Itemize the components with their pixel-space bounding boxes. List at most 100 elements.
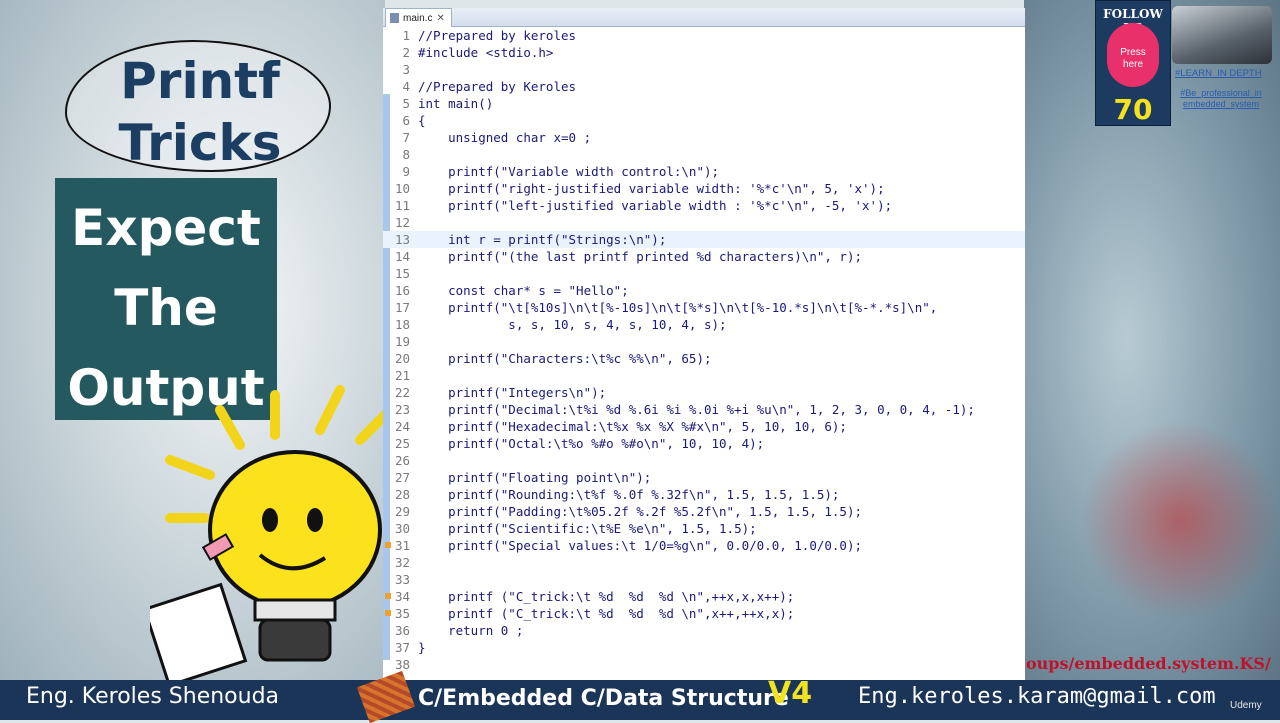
code-text[interactable]: printf ("C_trick:\t %d %d %d \n",++x,x,x…: [418, 588, 794, 605]
tab-label: main.c: [403, 12, 433, 24]
code-line[interactable]: 30 printf("Scientific:\t%E %e\n", 1.5, 1…: [383, 520, 1025, 537]
code-text[interactable]: //Prepared by Keroles: [418, 78, 576, 95]
line-number: 33: [394, 572, 410, 587]
line-number: 38: [394, 657, 410, 672]
close-icon[interactable]: ✕: [436, 10, 444, 27]
code-text[interactable]: printf("Decimal:\t%i %d %.6i %i %.0i %+i…: [418, 401, 975, 418]
code-line[interactable]: 28 printf("Rounding:\t%f %.0f %.32f\n", …: [383, 486, 1025, 503]
code-line[interactable]: 8: [383, 146, 1025, 163]
code-text[interactable]: {: [418, 112, 426, 129]
code-line[interactable]: 15: [383, 265, 1025, 282]
line-number: 37: [394, 640, 410, 655]
line-number: 3: [402, 62, 410, 77]
code-line[interactable]: 6{: [383, 112, 1025, 129]
line-number: 10: [394, 181, 410, 196]
page-title: Printf Tricks: [118, 52, 282, 172]
line-number: 29: [394, 504, 410, 519]
code-line[interactable]: 9 printf("Variable width control:\n");: [383, 163, 1025, 180]
be-professional-link[interactable]: #Be_professional_in embedded_system: [1176, 88, 1266, 110]
code-line[interactable]: 25 printf("Octal:\t%o %#o %#o\n", 10, 10…: [383, 435, 1025, 452]
code-line[interactable]: 27 printf("Floating point\n");: [383, 469, 1025, 486]
line-number: 23: [394, 402, 410, 417]
code-line[interactable]: 21: [383, 367, 1025, 384]
line-number: 34: [394, 589, 410, 604]
code-line[interactable]: 14 printf("(the last printf printed %d c…: [383, 248, 1025, 265]
line-number: 19: [394, 334, 410, 349]
line-number: 6: [402, 113, 410, 128]
code-text[interactable]: int r = printf("Strings:\n");: [418, 231, 666, 248]
code-text[interactable]: printf("Rounding:\t%f %.0f %.32f\n", 1.5…: [418, 486, 839, 503]
code-line[interactable]: 38: [383, 656, 1025, 673]
line-number: 24: [394, 419, 410, 434]
code-line[interactable]: 17 printf("\t[%10s]\n\t[%-10s]\n\t[%*s]\…: [383, 299, 1025, 316]
code-line[interactable]: 3: [383, 61, 1025, 78]
code-text[interactable]: }: [418, 639, 426, 656]
code-line[interactable]: 13 int r = printf("Strings:\n");: [383, 231, 1025, 248]
tab-main-c[interactable]: main.c ✕: [385, 8, 452, 27]
line-number: 30: [394, 521, 410, 536]
code-text[interactable]: printf("Special values:\t 1/0=%g\n", 0.0…: [418, 537, 862, 554]
code-text[interactable]: printf("Integers\n");: [418, 384, 606, 401]
code-line[interactable]: 29 printf("Padding:\t%05.2f %.2f %5.2f\n…: [383, 503, 1025, 520]
code-text[interactable]: #include <stdio.h>: [418, 44, 553, 61]
code-line[interactable]: 19: [383, 333, 1025, 350]
code-line[interactable]: 23 printf("Decimal:\t%i %d %.6i %i %.0i …: [383, 401, 1025, 418]
code-line[interactable]: 16 const char* s = "Hello";: [383, 282, 1025, 299]
code-text[interactable]: s, s, 10, s, 4, s, 10, 4, s);: [418, 316, 726, 333]
code-text[interactable]: printf("Scientific:\t%E %e\n", 1.5, 1.5)…: [418, 520, 757, 537]
course-title: C/Embedded C/Data Structure: [418, 686, 789, 711]
code-lines[interactable]: 1 //Prepared by keroles 2 #include <stdio.h…: [383, 27, 1025, 673]
press-here-label: Press here: [1120, 47, 1146, 70]
code-text[interactable]: return 0 ;: [418, 622, 523, 639]
code-line[interactable]: 18 s, s, 10, s, 4, s, 10, 4, s);: [383, 316, 1025, 333]
code-text[interactable]: printf("\t[%10s]\n\t[%-10s]\n\t[%*s]\n\t…: [418, 299, 937, 316]
code-text[interactable]: printf ("C_trick:\t %d %d %d \n",x++,++x…: [418, 605, 794, 622]
line-number: 20: [394, 351, 410, 366]
code-text[interactable]: printf("Hexadecimal:\t%x %x %X %#x\n", 5…: [418, 418, 847, 435]
code-line[interactable]: 36 return 0 ;: [383, 622, 1025, 639]
line-number: 25: [394, 436, 410, 451]
groups-link[interactable]: oups/embedded.system.KS/: [1026, 654, 1271, 673]
code-line[interactable]: 37}: [383, 639, 1025, 656]
learn-in-depth-link[interactable]: #LEARN_IN DEPTH: [1175, 68, 1262, 79]
code-line[interactable]: 4 //Prepared by Keroles: [383, 78, 1025, 95]
code-text[interactable]: printf("right-justified variable width: …: [418, 180, 885, 197]
code-text[interactable]: printf("Padding:\t%05.2f %.2f %5.2f\n", …: [418, 503, 862, 520]
code-text[interactable]: printf("Characters:\t%c %%\n", 65);: [418, 350, 711, 367]
follow-us-badge[interactable]: FOLLOW US Press here 70: [1095, 0, 1171, 126]
code-text[interactable]: const char* s = "Hello";: [418, 282, 629, 299]
line-number: 21: [394, 368, 410, 383]
code-line[interactable]: 2 #include <stdio.h>: [383, 44, 1025, 61]
code-line[interactable]: 20 printf("Characters:\t%c %%\n", 65);: [383, 350, 1025, 367]
code-text[interactable]: printf("Floating point\n");: [418, 469, 651, 486]
code-line[interactable]: 12: [383, 214, 1025, 231]
code-line[interactable]: 24 printf("Hexadecimal:\t%x %x %X %#x\n"…: [383, 418, 1025, 435]
code-line[interactable]: 35 printf ("C_trick:\t %d %d %d \n",x++,…: [383, 605, 1025, 622]
code-line[interactable]: 26: [383, 452, 1025, 469]
code-line[interactable]: 7 unsigned char x=0 ;: [383, 129, 1025, 146]
line-number: 32: [394, 555, 410, 570]
code-editor[interactable]: main.c ✕ 1 //Prepared by keroles 2 #include…: [383, 8, 1025, 680]
line-number: 36: [394, 623, 410, 638]
line-number: 17: [394, 300, 410, 315]
course-version: V4: [768, 676, 813, 711]
code-text[interactable]: printf("left-justified variable width : …: [418, 197, 892, 214]
code-line[interactable]: 34 printf ("C_trick:\t %d %d %d \n",++x,…: [383, 588, 1025, 605]
code-line[interactable]: 5 int main(): [383, 95, 1025, 112]
line-number: 28: [394, 487, 410, 502]
line-number: 4: [402, 79, 410, 94]
code-text[interactable]: int main(): [418, 95, 493, 112]
code-line[interactable]: 22 printf("Integers\n");: [383, 384, 1025, 401]
code-line[interactable]: 32: [383, 554, 1025, 571]
code-text[interactable]: printf("Variable width control:\n");: [418, 163, 719, 180]
code-line[interactable]: 11 printf("left-justified variable width…: [383, 197, 1025, 214]
code-text[interactable]: unsigned char x=0 ;: [418, 129, 591, 146]
code-text[interactable]: printf("(the last printf printed %d char…: [418, 248, 862, 265]
code-line[interactable]: 10 printf("right-justified variable widt…: [383, 180, 1025, 197]
code-text[interactable]: printf("Octal:\t%o %#o %#o\n", 10, 10, 4…: [418, 435, 764, 452]
press-here-button[interactable]: Press here: [1107, 23, 1159, 87]
code-text[interactable]: //Prepared by keroles: [418, 27, 576, 44]
code-line[interactable]: 31 printf("Special values:\t 1/0=%g\n", …: [383, 537, 1025, 554]
code-line[interactable]: 33: [383, 571, 1025, 588]
code-line[interactable]: 1 //Prepared by keroles: [383, 27, 1025, 44]
